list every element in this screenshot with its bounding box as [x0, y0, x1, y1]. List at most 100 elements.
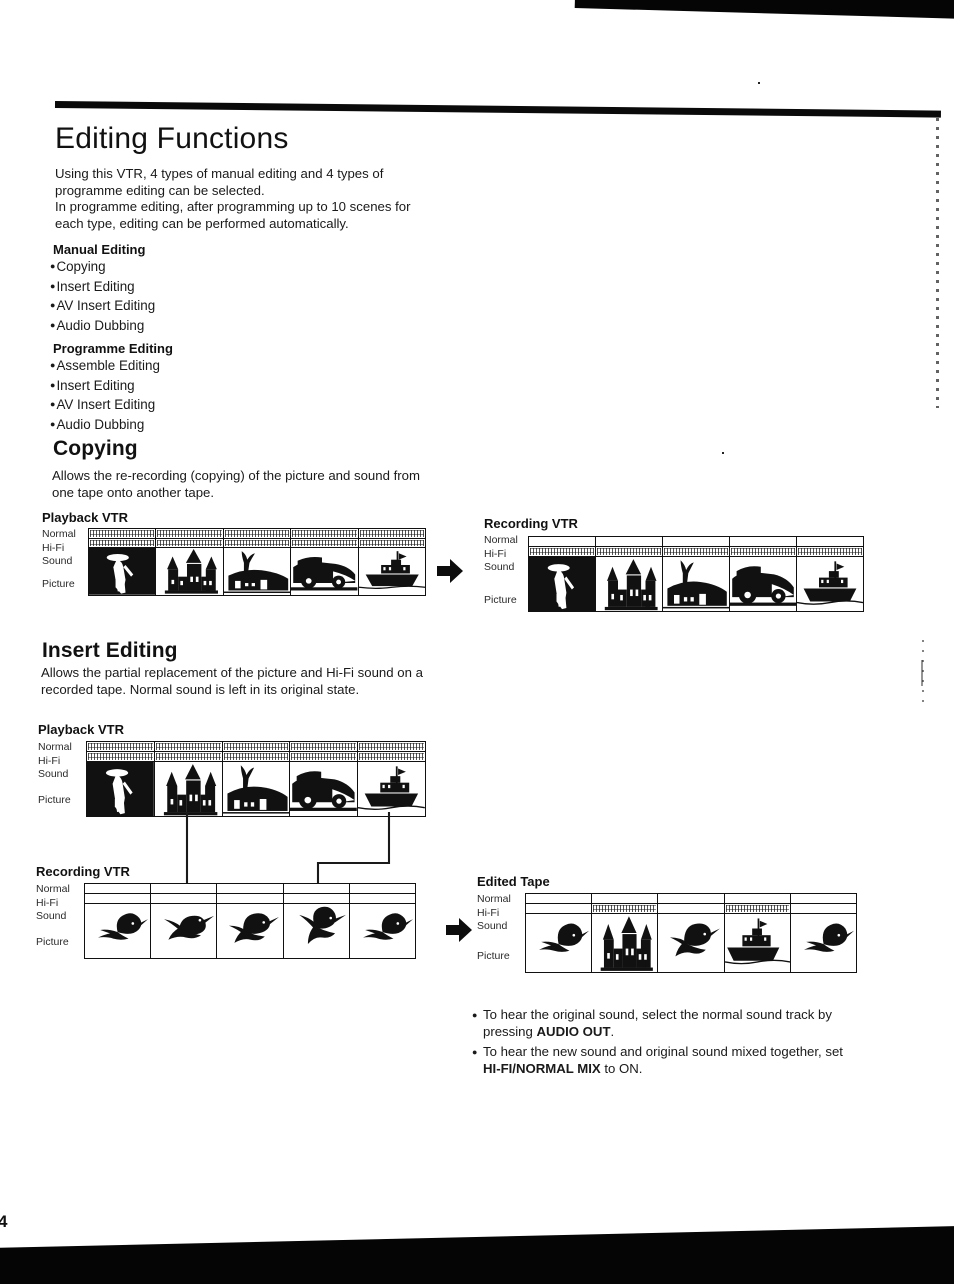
track-hifi [663, 547, 729, 557]
diagram-label: Playback VTR [38, 722, 124, 737]
frame-image-golfer [87, 761, 154, 816]
copying-playback-vtr-diagram: Playback VTR Normal Hi-Fi Sound Picture [42, 510, 432, 610]
frame-image-bird [658, 914, 724, 972]
scan-speck [921, 660, 923, 686]
track-normal [217, 884, 283, 894]
track-hifi [349, 894, 416, 904]
track-normal [596, 537, 662, 547]
note-text: To hear the new sound and original sound… [483, 1043, 843, 1059]
track-hifi [358, 539, 426, 549]
track-hifi [222, 752, 290, 762]
tape-frame [290, 742, 359, 816]
scan-speck [758, 82, 760, 84]
track-hifi [290, 752, 358, 762]
scan-speck [722, 452, 724, 454]
axis-label-picture: Picture [477, 950, 510, 962]
track-hifi [85, 894, 151, 904]
tape-frame [358, 742, 425, 816]
programme-editing-heading: Programme Editing [53, 341, 173, 356]
tape-strip [528, 536, 864, 612]
list-item: Copying [50, 258, 155, 278]
intro-paragraph: Using this VTR, 4 types of manual editin… [55, 166, 411, 231]
tape-frame [790, 894, 857, 972]
track-hifi [596, 547, 662, 557]
track-normal [290, 742, 358, 752]
track-normal [283, 884, 349, 894]
frame-image-house [222, 761, 290, 816]
axis-label-picture: Picture [42, 578, 75, 590]
tape-frame [797, 537, 863, 611]
track-hifi [529, 547, 595, 557]
track-hifi [790, 904, 857, 914]
frame-image-bird [283, 903, 349, 958]
diagram-label: Playback VTR [42, 510, 128, 525]
tape-frame [730, 537, 797, 611]
note-suffix: to ON. [600, 1061, 643, 1077]
tape-strip [84, 883, 416, 959]
tape-frame [156, 529, 224, 595]
axis-label-sound: Normal Hi-Fi Sound [42, 528, 76, 567]
track-normal [658, 894, 724, 904]
axis-label-sound: Normal Hi-Fi Sound [477, 893, 511, 932]
right-arrow-icon [436, 558, 464, 584]
track-hifi [724, 904, 790, 914]
frame-image-ship [797, 556, 863, 611]
track-normal [592, 894, 658, 904]
note-text: To hear the original sound, select the n… [483, 1007, 832, 1040]
note-suffix: . [610, 1024, 615, 1040]
track-normal [358, 742, 425, 752]
axis-label-picture: Picture [36, 936, 69, 948]
list-item: Assemble Editing [50, 357, 159, 377]
track-normal [85, 884, 151, 894]
edited-tape-diagram: Edited Tape Normal Hi-Fi Sound Picture [477, 874, 877, 984]
track-hifi [592, 904, 658, 914]
track-normal [790, 894, 857, 904]
axis-label-sound: Normal Hi-Fi Sound [38, 741, 72, 780]
track-normal [663, 537, 729, 547]
manual-editing-heading: Manual Editing [53, 242, 146, 257]
track-hifi [797, 547, 863, 557]
tape-frame [222, 742, 291, 816]
manual-editing-list: Copying Insert Editing AV Insert Editing… [50, 258, 155, 336]
track-hifi [658, 904, 724, 914]
track-hifi [730, 547, 796, 557]
track-hifi [89, 539, 156, 549]
scan-edge-artifact-top [574, 0, 954, 20]
tape-frame [154, 742, 223, 816]
frame-image-car [730, 556, 796, 611]
list-item: Audio Dubbing [50, 317, 155, 337]
frame-image-bird [151, 903, 217, 958]
insert-editing-heading: Insert Editing [42, 639, 178, 662]
track-normal [526, 894, 592, 904]
frame-image-ship [358, 761, 425, 816]
copying-recording-vtr-diagram: Recording VTR Normal Hi-Fi Sound Picture [484, 516, 884, 616]
track-hifi [154, 752, 222, 762]
frame-image-golfer [529, 556, 595, 611]
tape-strip [86, 741, 426, 817]
track-hifi [217, 894, 283, 904]
track-normal [154, 742, 222, 752]
track-normal [529, 537, 595, 547]
note-item: To hear the new sound and original sound… [472, 1043, 862, 1078]
programme-editing-list: Assemble Editing Insert Editing AV Inser… [50, 357, 159, 435]
frame-image-bird [85, 903, 151, 958]
tape-frame [151, 884, 218, 958]
track-normal [222, 742, 290, 752]
page-title: Editing Functions [55, 122, 289, 155]
tape-frame [663, 537, 730, 611]
frame-image-bird [349, 903, 416, 958]
frame-image-castle [592, 914, 658, 972]
tape-frame [526, 894, 593, 972]
tape-frame [596, 537, 663, 611]
axis-label-picture: Picture [38, 794, 71, 806]
tape-frame [87, 742, 155, 816]
tape-frame [283, 884, 350, 958]
title-divider-rule [54, 101, 941, 118]
frame-image-castle [596, 556, 662, 611]
list-item: Insert Editing [50, 278, 155, 298]
track-hifi [223, 539, 291, 549]
tape-frame [291, 529, 359, 595]
track-normal [358, 529, 426, 539]
track-normal [156, 529, 223, 539]
note-item: To hear the original sound, select the n… [472, 1006, 862, 1041]
